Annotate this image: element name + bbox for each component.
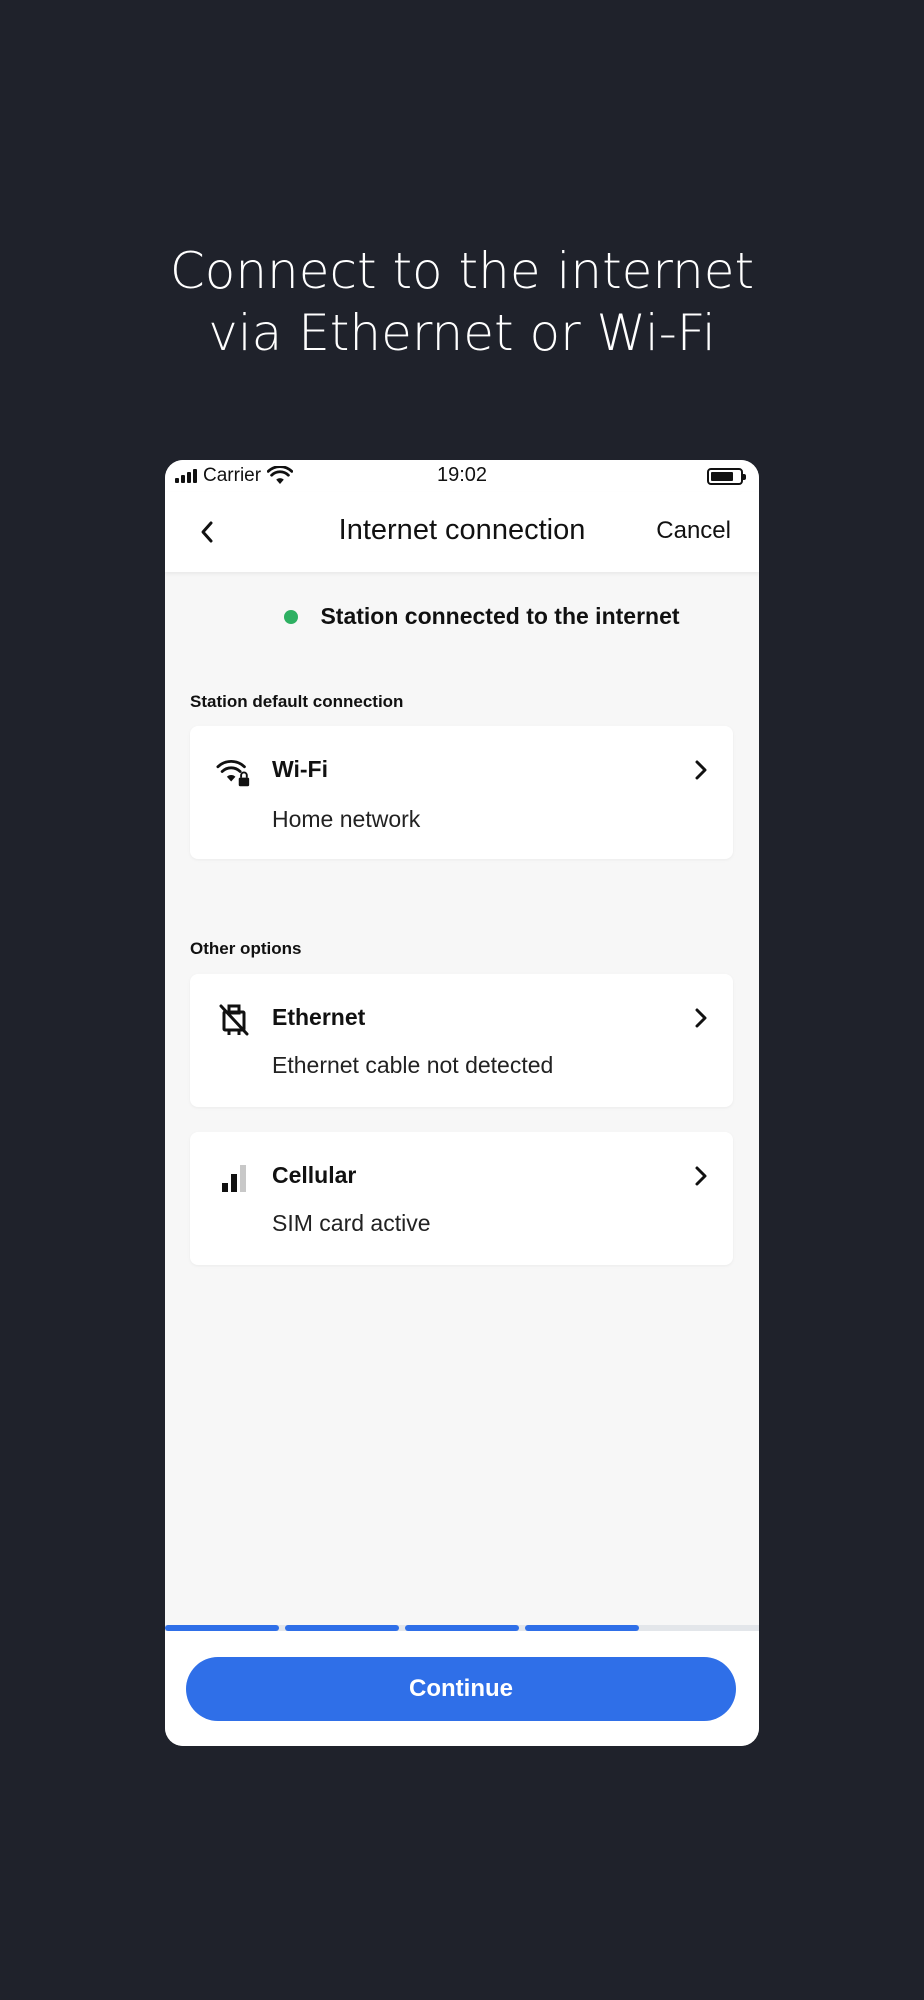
cellular-signal-icon: [216, 1160, 252, 1196]
option-title: Cellular: [272, 1162, 357, 1188]
chevron-right-icon: [689, 1004, 713, 1032]
section-label-other: Other options: [190, 939, 302, 958]
chevron-right-icon: [689, 1162, 713, 1190]
connection-option-cellular[interactable]: Cellular SIM card active: [190, 1132, 733, 1265]
cancel-button[interactable]: Cancel: [656, 517, 731, 545]
footer: Continue: [165, 1631, 759, 1746]
option-subtitle: Ethernet cable not detected: [272, 1052, 554, 1078]
continue-button[interactable]: Continue: [186, 1657, 736, 1721]
option-title: Wi-Fi: [272, 756, 328, 782]
phone-screen: Carrier 19:02 Internet connection Cancel…: [165, 460, 759, 1746]
status-bar: Carrier 19:02: [165, 460, 759, 492]
option-title: Ethernet: [272, 1004, 366, 1030]
clock: 19:02: [436, 464, 488, 486]
chevron-right-icon: [689, 756, 713, 784]
connected-indicator-dot: [284, 609, 299, 624]
connection-option-wifi[interactable]: Wi-Fi Home network: [190, 726, 733, 859]
ethernet-off-icon: [216, 1002, 252, 1038]
connection-option-ethernet[interactable]: Ethernet Ethernet cable not detected: [190, 974, 733, 1107]
headline: Connect to the internet via Ethernet or …: [0, 240, 924, 364]
connection-status-text: Station connected to the internet: [320, 603, 680, 629]
headline-line-2: via Ethernet or Wi-Fi: [208, 304, 716, 362]
connection-status: Station connected to the internet: [165, 603, 759, 630]
wifi-lock-icon: [216, 754, 252, 790]
battery-icon: [707, 468, 746, 485]
option-subtitle: SIM card active: [272, 1210, 431, 1236]
section-label-default: Station default connection: [190, 692, 404, 711]
headline-line-1: Connect to the internet: [169, 242, 755, 300]
nav-bar: Internet connection Cancel: [165, 492, 759, 572]
option-subtitle: Home network: [272, 806, 421, 832]
